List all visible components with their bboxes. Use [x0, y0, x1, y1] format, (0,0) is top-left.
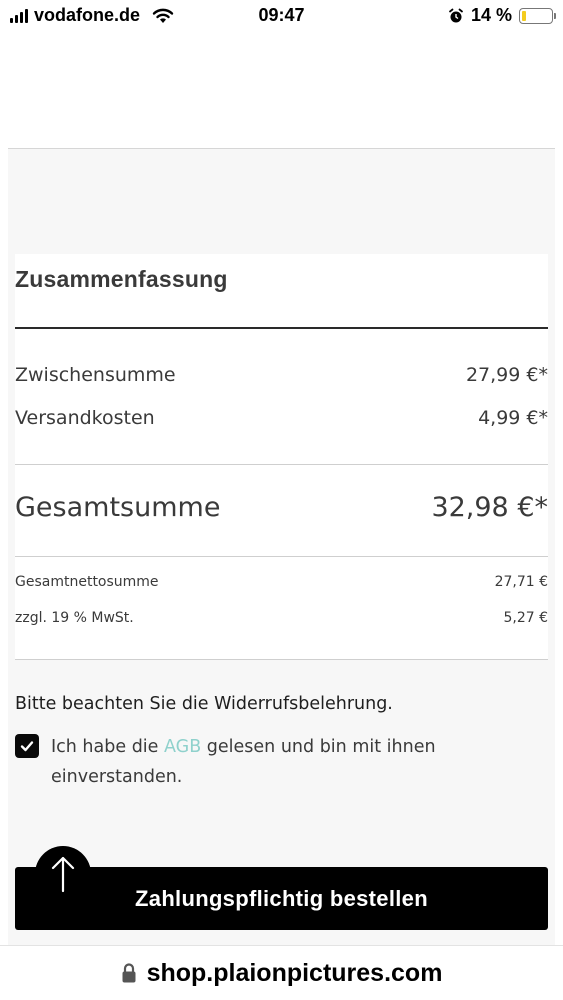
terms-text-before: Ich habe die	[51, 737, 164, 757]
alarm-icon	[449, 8, 463, 22]
lock-icon	[122, 963, 136, 983]
subtotal-label: Zwischensumme	[15, 364, 176, 386]
battery-icon	[519, 7, 556, 24]
terms-checkbox[interactable]	[15, 734, 39, 758]
checkmark-icon	[20, 741, 34, 752]
subtotal-value: 27,99 €*	[465, 364, 548, 386]
browser-url-bar[interactable]: shop.plaionpictures.com	[0, 945, 563, 1000]
place-order-button[interactable]: Zahlungspflichtig bestellen	[15, 867, 548, 930]
arrow-up-icon	[51, 856, 75, 893]
agb-link[interactable]: AGB	[164, 737, 201, 757]
net-total-value: 27,71 €	[494, 574, 548, 590]
shipping-value: 4,99 €*	[478, 407, 548, 429]
shipping-row: Versandkosten 4,99 €*	[15, 407, 548, 429]
shipping-label: Versandkosten	[15, 407, 155, 429]
scroll-to-top-button[interactable]	[35, 846, 91, 902]
total-label: Gesamtsumme	[15, 492, 221, 523]
vat-row: zzgl. 19 % MwSt. 5,27 €	[15, 610, 548, 626]
title-divider	[15, 327, 548, 329]
battery-percent: 14 %	[470, 5, 512, 25]
status-bar: vodafone.de 09:47 14 %	[0, 0, 563, 32]
battery-level-fill	[522, 10, 526, 21]
url-text: shop.plaionpictures.com	[146, 958, 443, 987]
net-total-label: Gesamtnettosumme	[15, 574, 159, 590]
divider	[15, 464, 548, 465]
divider	[15, 556, 548, 557]
subtotal-row: Zwischensumme 27,99 €*	[15, 364, 548, 386]
total-value: 32,98 €*	[431, 492, 548, 523]
order-summary-card: Zusammenfassung Zwischensumme 27,99 €* V…	[15, 254, 548, 660]
terms-label: Ich habe die AGB gelesen und bin mit ihn…	[51, 732, 471, 792]
withdrawal-notice: Bitte beachten Sie die Widerrufsbelehrun…	[15, 694, 393, 714]
net-total-row: Gesamtnettosumme 27,71 €	[15, 574, 548, 590]
status-right: 14 %	[448, 5, 556, 26]
vat-label: zzgl. 19 % MwSt.	[15, 610, 134, 626]
vat-value: 5,27 €	[503, 610, 548, 626]
summary-title: Zusammenfassung	[15, 266, 228, 292]
total-row: Gesamtsumme 32,98 €*	[15, 492, 548, 523]
divider	[15, 659, 548, 660]
terms-checkbox-row: Ich habe die AGB gelesen und bin mit ihn…	[15, 732, 515, 792]
